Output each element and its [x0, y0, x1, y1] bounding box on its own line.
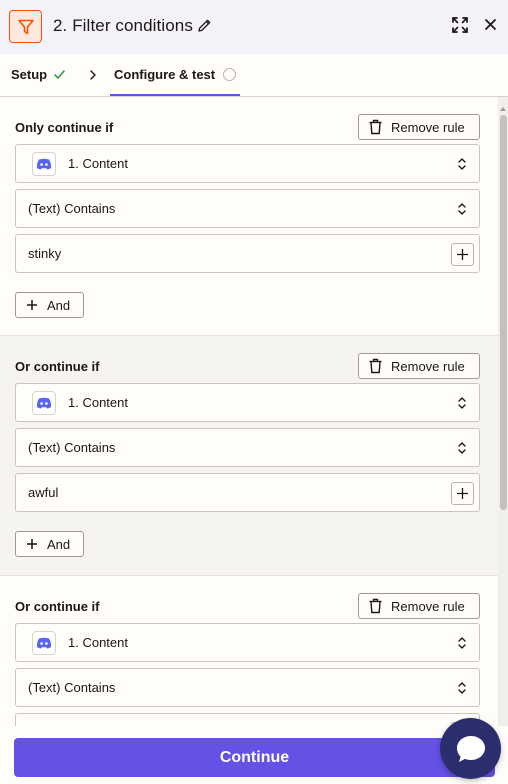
expand-icon[interactable] — [451, 16, 469, 39]
add-and-condition-button[interactable]: And — [15, 531, 84, 557]
select-chevron-icon — [457, 681, 467, 698]
field-select[interactable]: 1. Content — [15, 144, 480, 183]
field-value: 1. Content — [68, 156, 128, 171]
field-select[interactable]: 1. Content — [15, 623, 480, 662]
trash-icon — [369, 358, 382, 374]
rule-group: Or continue if Remove rule 1. Content (T… — [0, 336, 498, 576]
filter-icon — [17, 19, 34, 34]
field-value: 1. Content — [68, 395, 128, 410]
select-chevron-icon — [457, 396, 467, 413]
discord-icon — [36, 637, 52, 648]
discord-icon — [36, 158, 52, 169]
select-chevron-icon — [457, 441, 467, 458]
select-chevron-icon — [457, 157, 467, 174]
tab-setup-label: Setup — [11, 67, 48, 82]
rules-scroll-area[interactable]: Only continue if Remove rule 1. Content — [0, 97, 498, 726]
add-and-condition-button[interactable]: And — [15, 292, 84, 318]
chevron-right-icon — [88, 68, 98, 86]
and-label: And — [47, 536, 71, 552]
discord-app-badge — [32, 151, 56, 176]
remove-rule-label: Remove rule — [391, 358, 465, 374]
value-input[interactable] — [15, 713, 480, 726]
condition-select[interactable]: (Text) Contains — [15, 668, 480, 707]
trash-icon — [369, 119, 382, 135]
remove-rule-label: Remove rule — [391, 598, 465, 614]
rule-label: Only continue if — [15, 120, 114, 135]
remove-rule-label: Remove rule — [391, 119, 465, 135]
rule-label: Or continue if — [15, 359, 100, 374]
chat-bubble-icon — [456, 735, 485, 762]
plus-icon — [457, 249, 468, 260]
condition-select[interactable]: (Text) Contains — [15, 428, 480, 467]
rule-group: Only continue if Remove rule 1. Content — [0, 97, 498, 336]
select-chevron-icon — [457, 202, 467, 219]
filter-app-icon — [9, 10, 42, 43]
step-tabs: Setup Configure & test — [0, 54, 508, 97]
plus-icon — [27, 539, 37, 549]
field-select[interactable]: 1. Content — [15, 383, 480, 422]
rule-group: Or continue if Remove rule 1. Content (T… — [0, 576, 498, 726]
incomplete-status-icon — [223, 67, 237, 81]
continue-button[interactable]: Continue — [14, 738, 495, 777]
insert-data-button[interactable] — [451, 243, 474, 266]
tab-configure-label: Configure & test — [114, 66, 216, 82]
chat-support-button[interactable] — [440, 718, 501, 779]
and-label: And — [47, 297, 71, 313]
rule-label: Or continue if — [15, 599, 100, 614]
discord-app-badge — [32, 630, 56, 655]
panel-footer: Continue — [0, 726, 508, 784]
value-input[interactable]: stinky — [15, 234, 480, 273]
remove-rule-button[interactable]: Remove rule — [358, 593, 480, 619]
pencil-icon[interactable] — [197, 18, 212, 38]
condition-select[interactable]: (Text) Contains — [15, 189, 480, 228]
checkmark-icon — [54, 70, 65, 79]
value-text: awful — [28, 485, 59, 500]
tab-configure-test[interactable]: Configure & test — [110, 54, 241, 96]
remove-rule-button[interactable]: Remove rule — [358, 114, 480, 140]
plus-icon — [457, 488, 468, 499]
close-icon[interactable] — [484, 18, 497, 36]
field-value: 1. Content — [68, 635, 128, 650]
discord-icon — [36, 397, 52, 408]
condition-value: (Text) Contains — [28, 440, 116, 455]
tab-setup[interactable]: Setup — [11, 67, 66, 82]
scrollbar-thumb[interactable] — [500, 115, 507, 510]
value-text: stinky — [28, 246, 62, 261]
discord-app-badge — [32, 390, 56, 415]
insert-data-button[interactable] — [451, 482, 474, 505]
condition-value: (Text) Contains — [28, 680, 116, 695]
plus-icon — [27, 300, 37, 310]
panel-header: 2. Filter conditions — [0, 0, 508, 54]
condition-value: (Text) Contains — [28, 201, 116, 216]
trash-icon — [369, 598, 382, 614]
step-title: 2. Filter conditions — [53, 16, 193, 35]
select-chevron-icon — [457, 636, 467, 653]
value-input[interactable]: awful — [15, 473, 480, 512]
remove-rule-button[interactable]: Remove rule — [358, 353, 480, 379]
